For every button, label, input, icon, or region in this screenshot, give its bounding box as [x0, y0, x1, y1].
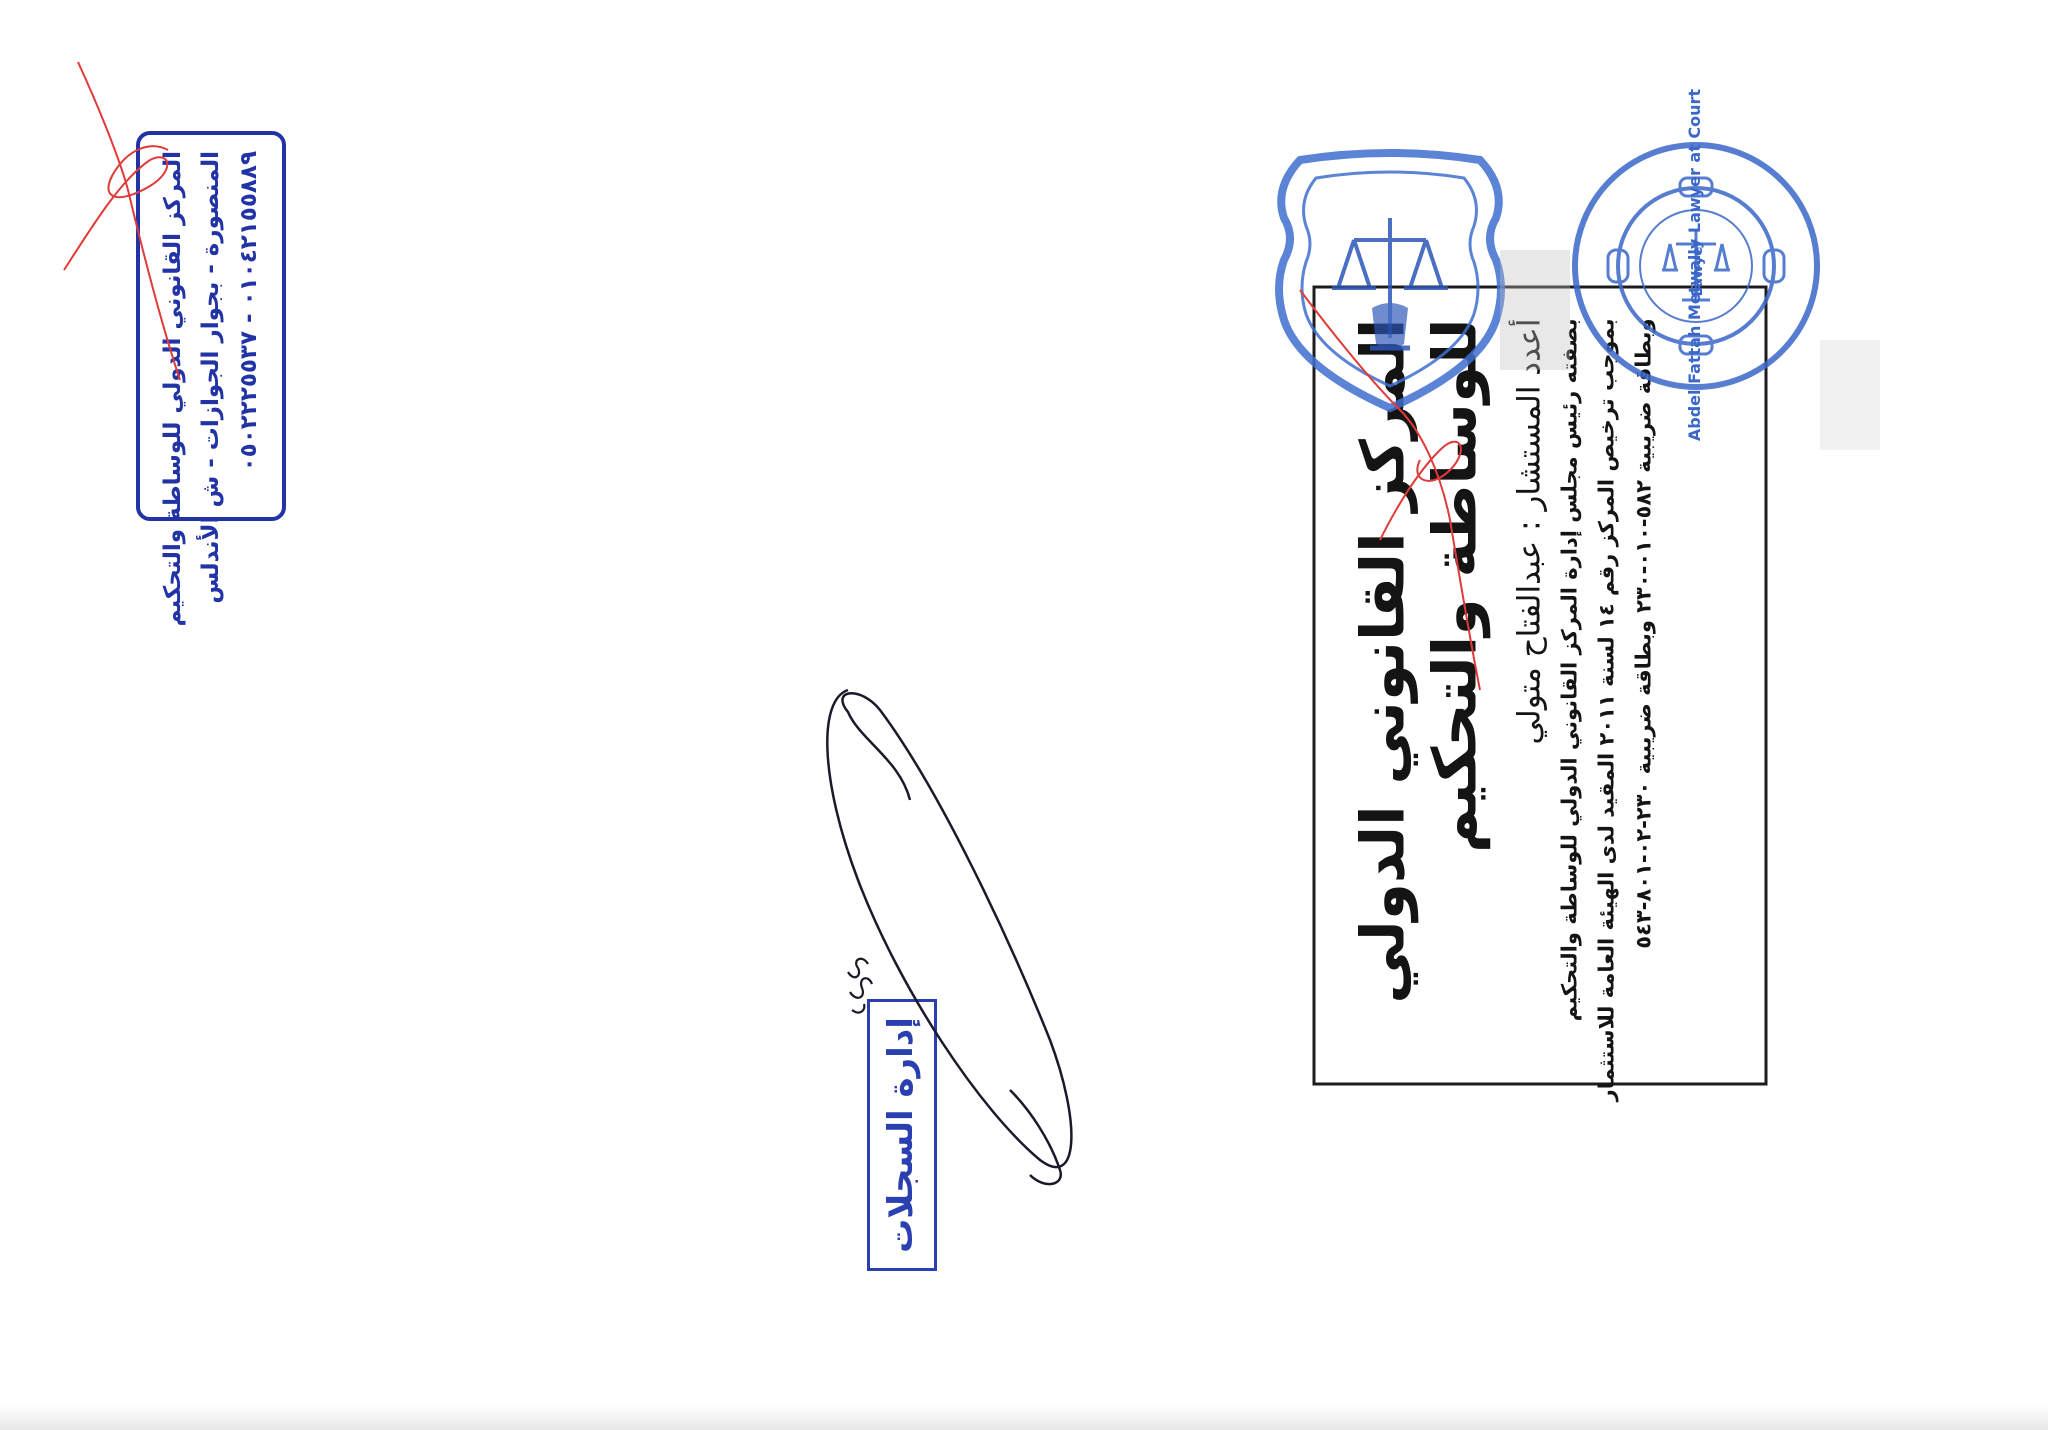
- signature-tail: [1009, 1089, 1062, 1186]
- red-ink-line-right: [1299, 289, 1481, 691]
- scan-smudge: [1820, 340, 1880, 450]
- signature-squiggle: [847, 957, 874, 1014]
- ink-overlay: [63, 61, 1880, 1186]
- red-ink-line-left: [77, 61, 181, 381]
- red-ink-scribble-right: [1379, 440, 1462, 541]
- red-ink-scribble-left: [63, 145, 169, 271]
- signature-loop: [826, 688, 1073, 1169]
- scan-smudge: [1500, 250, 1570, 370]
